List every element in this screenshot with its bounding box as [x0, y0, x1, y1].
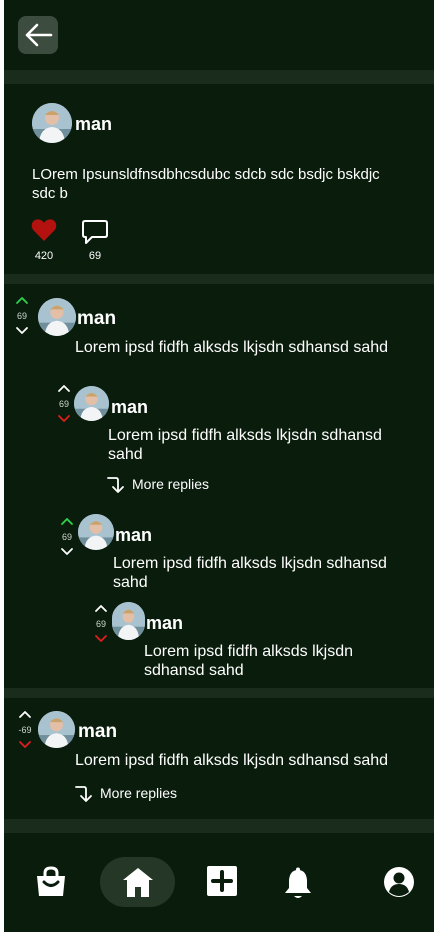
vote-control: 69: [59, 513, 75, 561]
nav-shop[interactable]: [33, 864, 69, 900]
reply-text: Lorem ipsd fidfh alksds lkjsdn sdhansd s…: [144, 643, 353, 679]
nav-notifications[interactable]: [281, 866, 315, 902]
like-count: 420: [34, 250, 54, 262]
heart-icon: [31, 219, 57, 241]
avatar-image: [32, 103, 72, 143]
profile-icon: [384, 867, 414, 897]
vote-control: 69: [56, 380, 72, 428]
divider: [4, 70, 434, 84]
comment-count: 69: [88, 250, 102, 262]
like-button[interactable]: [31, 218, 57, 242]
vote-count: 69: [58, 399, 69, 409]
avatar-image: [74, 386, 109, 421]
post-username[interactable]: man: [75, 114, 112, 135]
downvote-icon[interactable]: [57, 414, 71, 423]
avatar-image: [38, 298, 76, 336]
upvote-icon[interactable]: [94, 604, 108, 613]
vote-count: 69: [95, 619, 106, 629]
downvote-icon[interactable]: [18, 740, 32, 749]
reply-arrow-icon: [75, 786, 92, 802]
more-replies-link[interactable]: More replies: [74, 783, 177, 803]
upvote-icon[interactable]: [60, 517, 74, 526]
nav-home[interactable]: [100, 857, 175, 907]
avatar-image: [78, 514, 114, 550]
divider: [4, 688, 434, 698]
reply-username[interactable]: man: [146, 613, 183, 634]
vote-count: 69: [61, 532, 72, 542]
divider: [4, 274, 434, 284]
upvote-icon[interactable]: [18, 710, 32, 719]
avatar[interactable]: [74, 386, 109, 421]
comment-button[interactable]: [81, 219, 109, 246]
comment-username[interactable]: man: [77, 308, 116, 330]
shop-icon: [37, 866, 65, 896]
avatar-image: [38, 711, 75, 748]
vote-control: -69: [17, 706, 33, 754]
nav-profile[interactable]: [382, 865, 416, 899]
vote-control: 69: [14, 292, 30, 340]
reply-username[interactable]: man: [111, 397, 148, 418]
comment-text: Lorem ipsd fidfh alksds lkjsdn sdhansd s…: [75, 752, 389, 769]
home-icon: [122, 868, 153, 897]
avatar-image: [112, 602, 145, 640]
vote-count: 69: [16, 311, 27, 321]
comment-icon: [82, 220, 108, 244]
divider: [4, 819, 434, 833]
arrow-left-icon: [25, 23, 53, 47]
avatar[interactable]: [38, 711, 75, 748]
reply-username[interactable]: man: [115, 525, 152, 546]
more-replies-label: More replies: [100, 785, 178, 801]
more-replies-link[interactable]: More replies: [106, 474, 209, 494]
reply-text: Lorem ipsd fidfh alksds lkjsdn sdhansd s…: [113, 555, 387, 591]
downvote-icon[interactable]: [94, 634, 108, 643]
bottom-nav: [4, 834, 434, 932]
app-screen: man LOrem Ipsunsldfnsdbhcsdubc sdcb sdc …: [4, 0, 434, 932]
downvote-icon[interactable]: [15, 326, 29, 335]
more-replies-label: More replies: [132, 476, 210, 492]
downvote-icon[interactable]: [60, 547, 74, 556]
vote-count: -69: [18, 725, 32, 735]
nav-add[interactable]: [205, 864, 239, 898]
avatar[interactable]: [38, 298, 76, 336]
vote-control: 69: [93, 600, 109, 648]
reply-text: Lorem ipsd fidfh alksds lkjsdn sdhansd s…: [108, 427, 382, 463]
back-button[interactable]: [18, 16, 58, 54]
post-card: man LOrem Ipsunsldfnsdbhcsdubc sdcb sdc …: [4, 84, 434, 274]
reply-arrow-icon: [107, 477, 124, 493]
upvote-icon[interactable]: [15, 296, 29, 305]
comment-text: Lorem ipsd fidfh alksds lkjsdn sdhansd s…: [75, 339, 389, 356]
avatar[interactable]: [112, 602, 145, 640]
upvote-icon[interactable]: [57, 384, 71, 393]
add-icon: [207, 866, 237, 896]
bell-icon: [285, 867, 311, 898]
comment-username[interactable]: man: [78, 721, 117, 743]
post-text: LOrem Ipsunsldfnsdbhcsdubc sdcb sdc bsdj…: [32, 166, 380, 202]
avatar[interactable]: [32, 103, 72, 143]
avatar[interactable]: [78, 514, 114, 550]
